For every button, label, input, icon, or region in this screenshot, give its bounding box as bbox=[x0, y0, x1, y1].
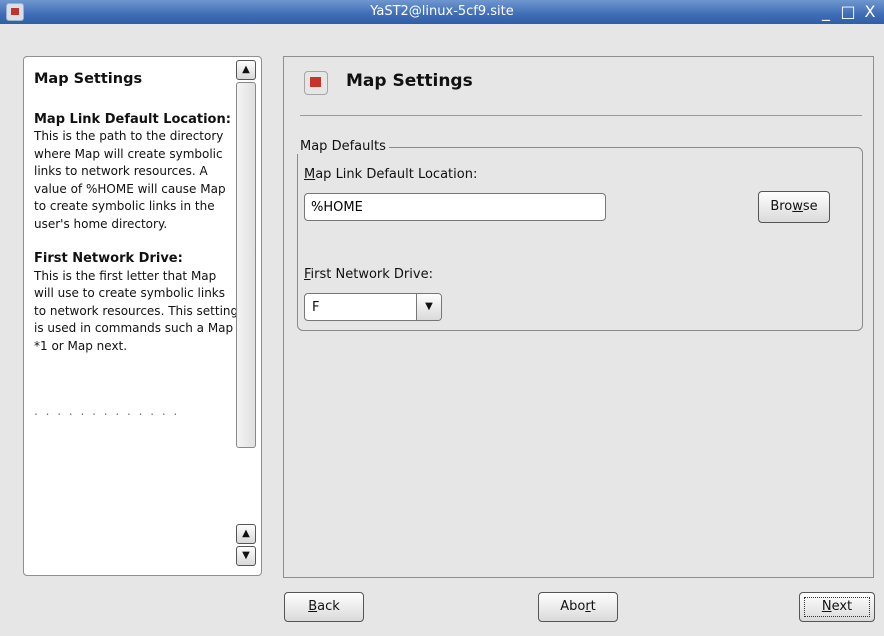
scroll-down-icon[interactable]: ▼ bbox=[236, 546, 256, 566]
map-defaults-legend: Map Defaults bbox=[297, 139, 389, 154]
title-bar[interactable]: YaST2@linux-5cf9.site _ □ X bbox=[0, 0, 884, 24]
link-location-input[interactable] bbox=[304, 193, 606, 221]
back-button[interactable]: Back bbox=[284, 592, 364, 622]
close-button[interactable]: X bbox=[862, 2, 878, 22]
help-heading-drive: First Network Drive: bbox=[34, 251, 183, 266]
help-cut-off-text: . . . . . . . . . . . . . bbox=[34, 404, 180, 418]
help-scrollbar[interactable]: ▲ ▲ ▼ bbox=[236, 60, 258, 572]
scroll-up-icon[interactable]: ▲ bbox=[236, 60, 256, 80]
scroll-up-bottom-icon[interactable]: ▲ bbox=[236, 524, 256, 544]
help-panel: Map Settings Map Link Default Location: … bbox=[23, 56, 262, 576]
help-heading-location: Map Link Default Location: bbox=[34, 111, 231, 127]
window-controls: _ □ X bbox=[818, 2, 878, 22]
first-drive-value: F bbox=[312, 300, 320, 315]
abort-button[interactable]: Abort bbox=[538, 592, 618, 622]
link-location-label: Map Link Default Location: bbox=[304, 167, 478, 182]
browse-button[interactable]: Browse bbox=[758, 191, 830, 223]
title-divider bbox=[300, 115, 862, 116]
next-button[interactable]: Next bbox=[799, 592, 875, 622]
content-panel: Map Settings Map Defaults Map Link Defau… bbox=[283, 56, 874, 578]
page-title: Map Settings bbox=[346, 71, 473, 91]
scrollbar-thumb[interactable] bbox=[236, 82, 256, 448]
window-body: Map Settings Map Link Default Location: … bbox=[0, 24, 884, 636]
help-body-location: This is the path to the directory where … bbox=[34, 129, 226, 231]
scrollbar-track[interactable] bbox=[236, 82, 256, 528]
help-body-drive: This is the first letter that Map will u… bbox=[34, 268, 239, 353]
chevron-down-icon[interactable]: ▼ bbox=[416, 294, 441, 320]
map-settings-icon bbox=[304, 71, 328, 95]
first-drive-select[interactable]: F ▼ bbox=[304, 293, 442, 321]
first-drive-label: First Network Drive: bbox=[304, 267, 433, 282]
window-title: YaST2@linux-5cf9.site bbox=[370, 4, 514, 19]
help-title: Map Settings bbox=[34, 71, 143, 87]
help-text: Map Settings Map Link Default Location: … bbox=[34, 71, 239, 421]
maximize-button[interactable]: □ bbox=[840, 2, 856, 22]
minimize-button[interactable]: _ bbox=[818, 2, 834, 22]
